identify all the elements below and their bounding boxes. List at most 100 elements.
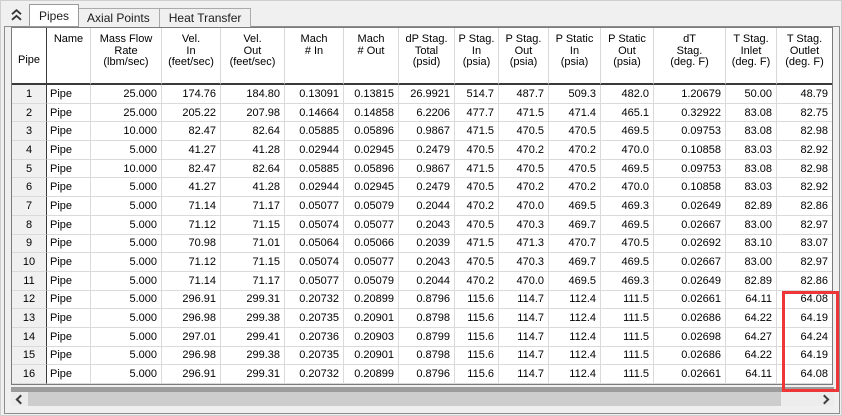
data-cell[interactable]: 0.02944 <box>285 178 344 197</box>
name-cell[interactable]: Pipe <box>47 85 91 104</box>
data-cell[interactable]: 5.000 <box>91 291 162 310</box>
data-cell[interactable]: 5.000 <box>91 253 162 272</box>
column-header[interactable]: Vel. In (feet/sec) <box>162 28 221 85</box>
data-cell[interactable]: 0.05074 <box>285 253 344 272</box>
data-cell[interactable]: 64.24 <box>777 328 832 347</box>
data-cell[interactable]: 0.2043 <box>399 253 455 272</box>
data-cell[interactable]: 112.4 <box>549 347 601 366</box>
data-cell[interactable]: 82.97 <box>777 216 832 235</box>
data-cell[interactable]: 111.5 <box>601 328 654 347</box>
data-cell[interactable]: 83.07 <box>777 235 832 254</box>
data-cell[interactable]: 0.05079 <box>344 272 399 291</box>
data-cell[interactable]: 0.05885 <box>285 160 344 179</box>
data-cell[interactable]: 71.12 <box>162 253 221 272</box>
column-header[interactable]: Vel. Out (feet/sec) <box>221 28 285 85</box>
data-cell[interactable]: 0.2043 <box>399 216 455 235</box>
data-cell[interactable]: 112.4 <box>549 291 601 310</box>
data-cell[interactable]: 470.2 <box>499 141 549 160</box>
data-cell[interactable]: 48.79 <box>777 85 832 104</box>
data-cell[interactable]: 0.20901 <box>344 309 399 328</box>
data-cell[interactable]: 0.2479 <box>399 178 455 197</box>
data-cell[interactable]: 0.02649 <box>654 272 726 291</box>
data-cell[interactable]: 71.17 <box>221 197 285 216</box>
data-cell[interactable]: 0.02686 <box>654 309 726 328</box>
data-cell[interactable]: 470.2 <box>549 141 601 160</box>
data-cell[interactable]: 82.89 <box>726 197 777 216</box>
data-cell[interactable]: 0.9867 <box>399 160 455 179</box>
row-number-cell[interactable]: 8 <box>12 216 47 235</box>
column-header[interactable]: dP Stag. Total (psid) <box>399 28 455 85</box>
column-header[interactable]: P Stag. Out (psia) <box>499 28 549 85</box>
data-cell[interactable]: 469.3 <box>601 197 654 216</box>
data-cell[interactable]: 0.8798 <box>399 347 455 366</box>
data-cell[interactable]: 471.3 <box>499 235 549 254</box>
row-number-cell[interactable]: 10 <box>12 253 47 272</box>
data-cell[interactable]: 509.3 <box>549 85 601 104</box>
data-cell[interactable]: 41.28 <box>221 178 285 197</box>
name-cell[interactable]: Pipe <box>47 235 91 254</box>
data-cell[interactable]: 470.2 <box>499 178 549 197</box>
data-cell[interactable]: 0.09753 <box>654 160 726 179</box>
data-cell[interactable]: 64.08 <box>777 365 832 384</box>
data-cell[interactable]: 26.9921 <box>399 85 455 104</box>
data-cell[interactable]: 207.98 <box>221 104 285 123</box>
scrollbar-thumb[interactable] <box>28 392 781 406</box>
data-cell[interactable]: 70.98 <box>162 235 221 254</box>
data-cell[interactable]: 0.02661 <box>654 291 726 310</box>
data-cell[interactable]: 0.05077 <box>344 216 399 235</box>
data-cell[interactable]: 299.31 <box>221 291 285 310</box>
data-cell[interactable]: 111.5 <box>601 309 654 328</box>
data-cell[interactable]: 0.05079 <box>344 197 399 216</box>
data-cell[interactable]: 83.00 <box>726 216 777 235</box>
name-cell[interactable]: Pipe <box>47 104 91 123</box>
data-cell[interactable]: 0.02667 <box>654 216 726 235</box>
data-cell[interactable]: 82.47 <box>162 160 221 179</box>
data-cell[interactable]: 0.8798 <box>399 309 455 328</box>
data-cell[interactable]: 469.7 <box>549 216 601 235</box>
data-cell[interactable]: 469.7 <box>549 253 601 272</box>
data-cell[interactable]: 296.91 <box>162 291 221 310</box>
row-number-cell[interactable]: 4 <box>12 141 47 160</box>
data-cell[interactable]: 0.13815 <box>344 85 399 104</box>
data-cell[interactable]: 82.98 <box>777 122 832 141</box>
data-cell[interactable]: 41.28 <box>221 141 285 160</box>
name-cell[interactable]: Pipe <box>47 328 91 347</box>
data-cell[interactable]: 0.02661 <box>654 365 726 384</box>
row-number-cell[interactable]: 9 <box>12 235 47 254</box>
data-cell[interactable]: 71.15 <box>221 216 285 235</box>
data-cell[interactable]: 470.5 <box>601 235 654 254</box>
data-cell[interactable]: 0.05885 <box>285 122 344 141</box>
horizontal-scrollbar[interactable] <box>11 392 834 406</box>
data-cell[interactable]: 5.000 <box>91 328 162 347</box>
data-cell[interactable]: 470.5 <box>455 216 499 235</box>
data-cell[interactable]: 83.08 <box>726 122 777 141</box>
column-header[interactable]: dT Stag. (deg. F) <box>654 28 726 85</box>
scrollbar-left-arrow[interactable] <box>11 392 28 406</box>
data-cell[interactable]: 5.000 <box>91 309 162 328</box>
data-cell[interactable]: 0.20732 <box>285 291 344 310</box>
name-cell[interactable]: Pipe <box>47 365 91 384</box>
column-header[interactable]: Mach # Out <box>344 28 399 85</box>
data-cell[interactable]: 0.8796 <box>399 365 455 384</box>
data-cell[interactable]: 0.05077 <box>285 272 344 291</box>
row-number-cell[interactable]: 11 <box>12 272 47 291</box>
data-cell[interactable]: 0.20899 <box>344 365 399 384</box>
data-cell[interactable]: 469.5 <box>601 253 654 272</box>
data-cell[interactable]: 112.4 <box>549 309 601 328</box>
data-cell[interactable]: 471.5 <box>499 104 549 123</box>
data-cell[interactable]: 0.20735 <box>285 309 344 328</box>
row-number-cell[interactable]: 13 <box>12 309 47 328</box>
scrollbar-right-arrow[interactable] <box>817 392 834 406</box>
data-cell[interactable]: 296.91 <box>162 365 221 384</box>
data-cell[interactable]: 50.00 <box>726 85 777 104</box>
row-number-cell[interactable]: 1 <box>12 85 47 104</box>
data-cell[interactable]: 0.02945 <box>344 141 399 160</box>
data-cell[interactable]: 82.89 <box>726 272 777 291</box>
data-cell[interactable]: 115.6 <box>455 347 499 366</box>
data-cell[interactable]: 71.15 <box>221 253 285 272</box>
data-cell[interactable]: 71.12 <box>162 216 221 235</box>
data-cell[interactable]: 112.4 <box>549 328 601 347</box>
data-cell[interactable]: 465.1 <box>601 104 654 123</box>
column-header[interactable]: Mach # In <box>285 28 344 85</box>
data-cell[interactable]: 10.000 <box>91 122 162 141</box>
